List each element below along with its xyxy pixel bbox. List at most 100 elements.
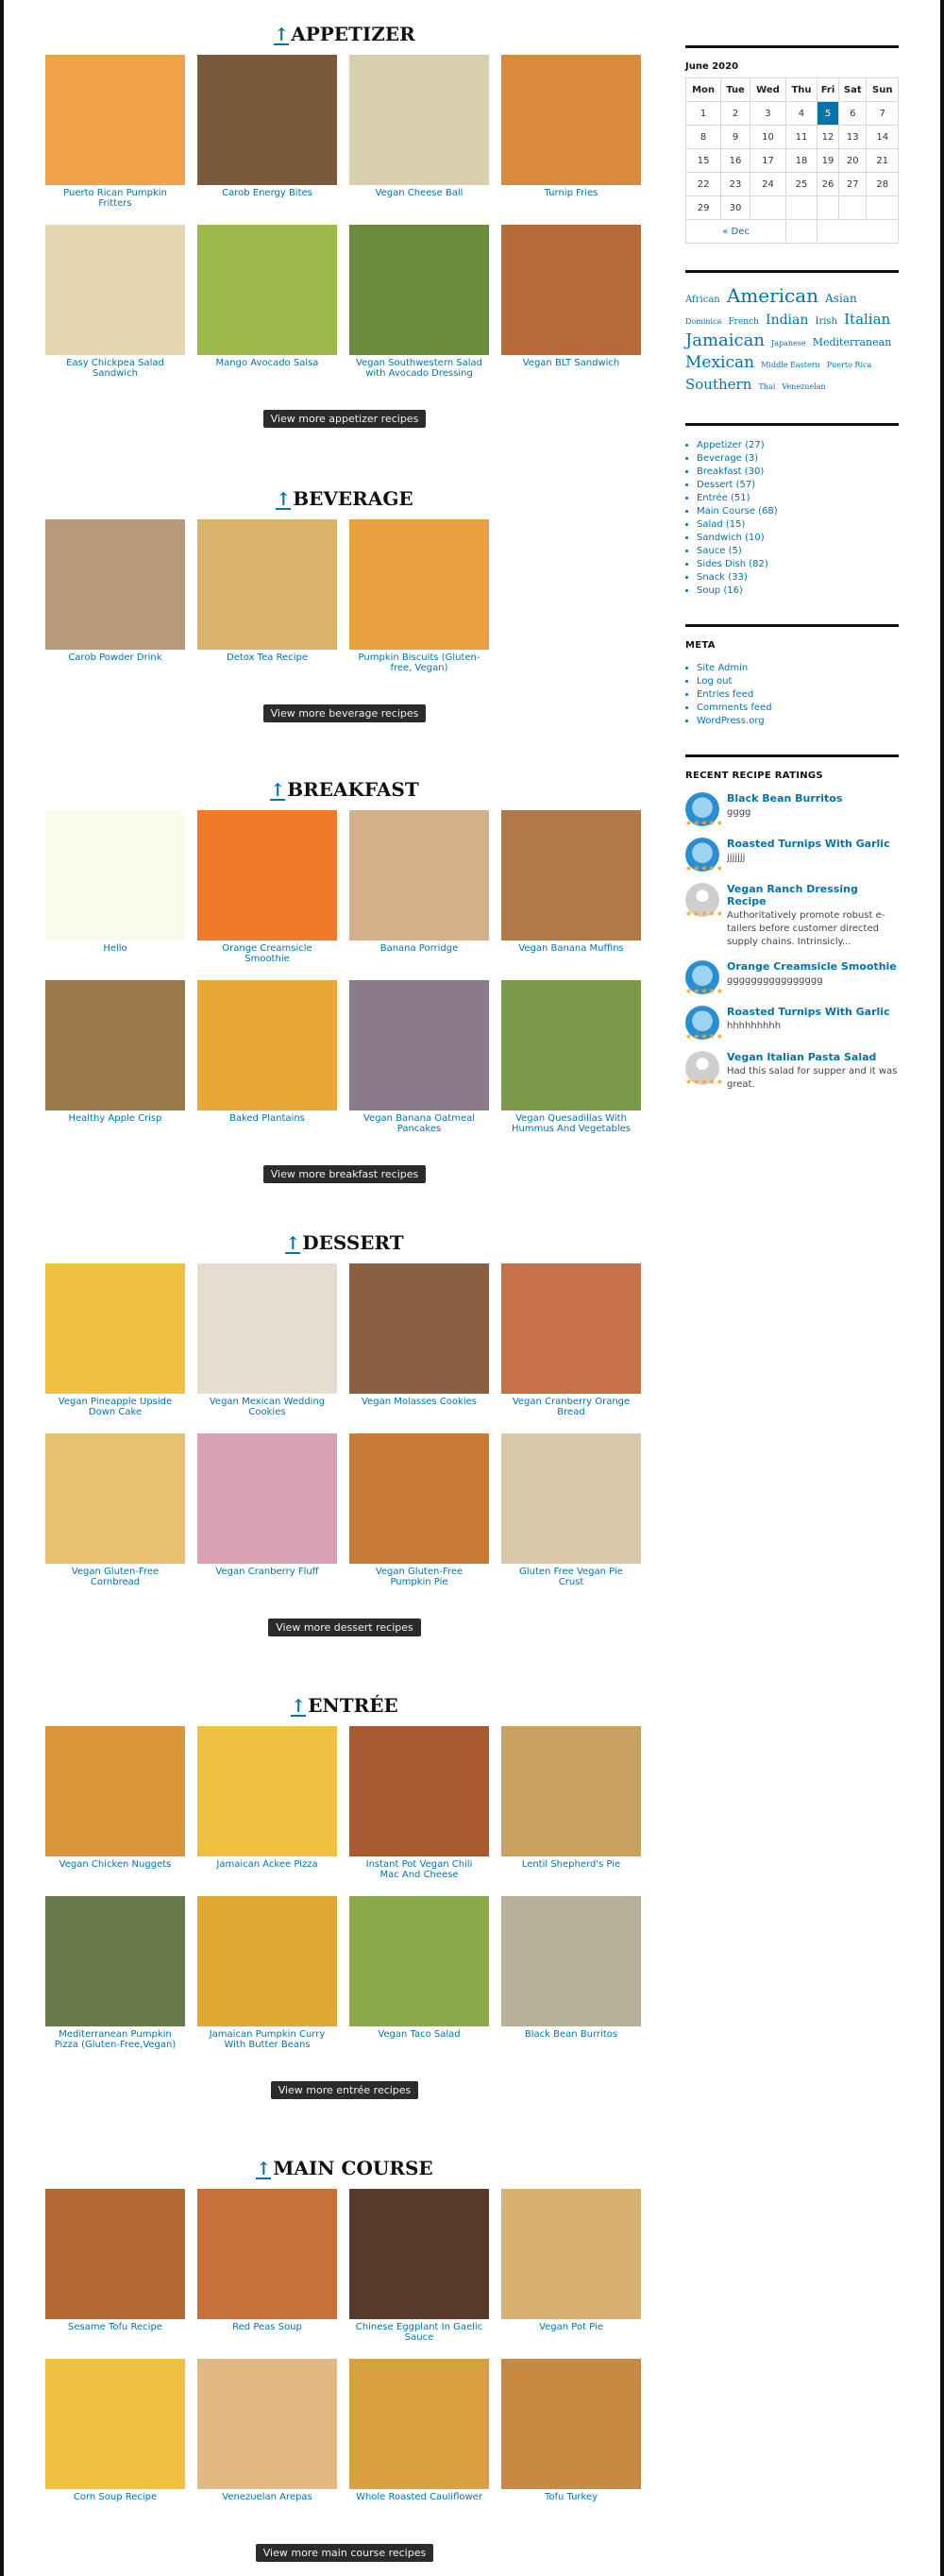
- recipe-thumbnail[interactable]: [197, 1896, 337, 2026]
- tag-link[interactable]: Mexican: [685, 353, 754, 372]
- recipe-card[interactable]: Vegan Banana Muffins: [501, 810, 641, 980]
- recipe-thumbnail[interactable]: [45, 1726, 185, 1856]
- tag-link[interactable]: American: [727, 284, 818, 307]
- view-more-button[interactable]: View more dessert recipes: [268, 1618, 421, 1636]
- calendar-day[interactable]: 22: [684, 172, 722, 196]
- recipe-link[interactable]: Hello: [45, 943, 185, 954]
- recipe-card[interactable]: Mango Avocado Salsa: [197, 225, 337, 395]
- tag-link[interactable]: Japanese: [771, 339, 806, 347]
- recipe-thumbnail[interactable]: [501, 225, 641, 355]
- calendar-day[interactable]: 1: [684, 101, 722, 126]
- recipe-link[interactable]: Corn Soup Recipe: [45, 2492, 185, 2502]
- recipe-thumbnail[interactable]: [45, 810, 185, 941]
- recipe-thumbnail[interactable]: [501, 980, 641, 1110]
- rating-recipe-link[interactable]: Black Bean Burritos: [727, 792, 842, 805]
- recipe-link[interactable]: Mango Avocado Salsa: [197, 358, 337, 368]
- recipe-link[interactable]: Turnip Fries: [501, 188, 641, 198]
- recipe-card[interactable]: Vegan Pineapple Upside Down Cake: [45, 1263, 185, 1433]
- calendar-day[interactable]: 21: [866, 148, 899, 173]
- calendar-day[interactable]: 7: [866, 101, 899, 126]
- recipe-link[interactable]: Carob Powder Drink: [45, 652, 185, 663]
- calendar-day[interactable]: 20: [838, 148, 868, 173]
- recipe-thumbnail[interactable]: [45, 519, 185, 650]
- calendar-day[interactable]: 26: [816, 172, 840, 196]
- recipe-card[interactable]: Orange Creamsicle Smoothie: [197, 810, 337, 980]
- category-link[interactable]: Salad (15): [697, 518, 899, 532]
- tag-link[interactable]: Dominica: [685, 317, 721, 326]
- calendar-day[interactable]: 13: [838, 125, 868, 149]
- recipe-thumbnail[interactable]: [349, 2359, 489, 2489]
- recipe-card[interactable]: Sesame Tofu Recipe: [45, 2189, 185, 2359]
- calendar-day[interactable]: 9: [720, 125, 750, 149]
- recipe-card[interactable]: Vegan Gluten-Free Cornbread: [45, 1433, 185, 1603]
- meta-link[interactable]: Comments feed: [697, 702, 899, 715]
- rating-recipe-link[interactable]: Roasted Turnips With Garlic: [727, 1006, 890, 1018]
- recipe-thumbnail[interactable]: [197, 55, 337, 185]
- recipe-card[interactable]: Hello: [45, 810, 185, 980]
- recipe-link[interactable]: Vegan BLT Sandwich: [501, 358, 641, 368]
- recipe-link[interactable]: Sesame Tofu Recipe: [45, 2322, 185, 2332]
- view-more-button[interactable]: View more breakfast recipes: [262, 1165, 427, 1183]
- calendar-day[interactable]: 19: [816, 148, 840, 173]
- category-link[interactable]: Sandwich (10): [697, 532, 899, 545]
- calendar-day[interactable]: 24: [749, 172, 787, 196]
- recipe-card[interactable]: Lentil Shepherd's Pie: [501, 1726, 641, 1896]
- recipe-thumbnail[interactable]: [197, 2189, 337, 2319]
- recipe-thumbnail[interactable]: [349, 1726, 489, 1856]
- recipe-card[interactable]: Tofu Turkey: [501, 2359, 641, 2529]
- recipe-thumbnail[interactable]: [45, 980, 185, 1110]
- recipe-card[interactable]: Vegan BLT Sandwich: [501, 225, 641, 395]
- recipe-card[interactable]: Gluten Free Vegan Pie Crust: [501, 1433, 641, 1603]
- recipe-link[interactable]: Lentil Shepherd's Pie: [501, 1859, 641, 1870]
- recipe-link[interactable]: Pumpkin Biscuits (Gluten-free, Vegan): [349, 652, 489, 673]
- recipe-card[interactable]: Pumpkin Biscuits (Gluten-free, Vegan): [349, 519, 489, 689]
- recipe-thumbnail[interactable]: [501, 2189, 641, 2319]
- recipe-card[interactable]: Instant Pot Vegan Chili Mac And Cheese: [349, 1726, 489, 1896]
- recipe-thumbnail[interactable]: [501, 1726, 641, 1856]
- recipe-thumbnail[interactable]: [349, 810, 489, 941]
- category-link[interactable]: Sides Dish (82): [697, 558, 899, 571]
- recipe-thumbnail[interactable]: [349, 2189, 489, 2319]
- recipe-link[interactable]: Gluten Free Vegan Pie Crust: [501, 1567, 641, 1587]
- recipe-thumbnail[interactable]: [349, 1896, 489, 2026]
- tag-link[interactable]: Irish: [816, 316, 838, 327]
- recipe-thumbnail[interactable]: [45, 1896, 185, 2026]
- category-link[interactable]: Sauce (5): [697, 545, 899, 558]
- recipe-link[interactable]: Vegan Quesadillas With Hummus And Vegeta…: [501, 1113, 641, 1134]
- recipe-thumbnail[interactable]: [349, 980, 489, 1110]
- recipe-thumbnail[interactable]: [197, 225, 337, 355]
- recipe-thumbnail[interactable]: [197, 810, 337, 941]
- arrow-up-icon[interactable]: ↑: [270, 782, 286, 801]
- recipe-card[interactable]: Carob Powder Drink: [45, 519, 185, 689]
- recipe-card[interactable]: Vegan Pot Pie: [501, 2189, 641, 2359]
- recipe-card[interactable]: Black Bean Burritos: [501, 1896, 641, 2066]
- calendar-day[interactable]: 3: [749, 101, 787, 126]
- calendar-day[interactable]: 12: [816, 125, 840, 149]
- recipe-link[interactable]: Vegan Cranberry Orange Bread: [501, 1397, 641, 1417]
- recipe-link[interactable]: Jamaican Pumpkin Curry With Butter Beans: [197, 2029, 337, 2050]
- calendar-day[interactable]: 6: [838, 101, 868, 126]
- calendar-day[interactable]: 28: [866, 172, 899, 196]
- calendar-day[interactable]: 25: [785, 172, 818, 196]
- recipe-card[interactable]: Easy Chickpea Salad Sandwich: [45, 225, 185, 395]
- recipe-link[interactable]: Venezuelan Arepas: [197, 2492, 337, 2502]
- recipe-card[interactable]: Whole Roasted Cauliflower: [349, 2359, 489, 2529]
- meta-link[interactable]: WordPress.org: [697, 715, 899, 728]
- recipe-link[interactable]: Vegan Cheese Ball: [349, 188, 489, 198]
- recipe-link[interactable]: Mediterranean Pumpkin Pizza (Gluten-Free…: [45, 2029, 185, 2050]
- calendar-day[interactable]: 15: [684, 148, 722, 173]
- arrow-up-icon[interactable]: ↑: [276, 491, 292, 510]
- recipe-card[interactable]: Vegan Cranberry Orange Bread: [501, 1263, 641, 1433]
- recipe-thumbnail[interactable]: [45, 1433, 185, 1564]
- recipe-card[interactable]: Vegan Molasses Cookies: [349, 1263, 489, 1433]
- recipe-thumbnail[interactable]: [349, 55, 489, 185]
- recipe-link[interactable]: Tofu Turkey: [501, 2492, 641, 2502]
- category-link[interactable]: Main Course (68): [697, 505, 899, 518]
- recipe-link[interactable]: Easy Chickpea Salad Sandwich: [45, 358, 185, 379]
- calendar-day[interactable]: 23: [720, 172, 750, 196]
- recipe-thumbnail[interactable]: [197, 1433, 337, 1564]
- calendar-prev-link[interactable]: « Dec: [722, 227, 750, 237]
- view-more-button[interactable]: View more entrée recipes: [270, 2081, 419, 2099]
- calendar-day[interactable]: 11: [785, 125, 818, 149]
- recipe-link[interactable]: Red Peas Soup: [197, 2322, 337, 2332]
